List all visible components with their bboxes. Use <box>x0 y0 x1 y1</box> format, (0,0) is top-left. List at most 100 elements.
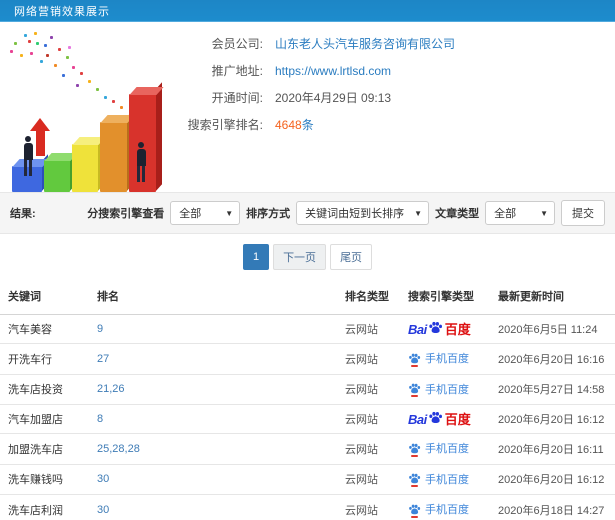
mobile-baidu-paw-icon <box>408 503 421 518</box>
businessman-figure-right <box>133 142 149 182</box>
info-value: 4648条 <box>275 116 314 133</box>
rank-type-cell: 云网站 <box>337 314 400 344</box>
company-info-section: 会员公司: 山东老人头汽车服务咨询有限公司 推广地址: https://www.… <box>0 22 615 192</box>
rank-link[interactable]: 25,28,28 <box>97 443 140 455</box>
baidu-logo: Bai 百度 <box>408 321 471 337</box>
rank-link[interactable]: 8 <box>97 413 103 425</box>
engine-cell: 手机百度 <box>400 464 490 495</box>
info-label: 会员公司: <box>211 37 263 51</box>
mobile-baidu-paw-icon <box>408 472 421 487</box>
engine-cell: Bai 百度 <box>400 404 490 434</box>
rank-type-cell: 云网站 <box>337 433 400 465</box>
table-row: 加盟洗车店 25,28,28 云网站 手机百度 2020年6月20日 16:11 <box>0 433 615 465</box>
article-type-select-label: 文章类型 <box>435 208 480 220</box>
illustration-bar <box>72 132 106 192</box>
baidu-logo: Bai 百度 <box>408 411 471 427</box>
updated-cell: 2020年6月20日 16:12 <box>490 464 615 495</box>
engine-select-label: 分搜索引擎查看 <box>87 208 165 220</box>
engine-select[interactable]: 全部 ▼ <box>170 201 241 225</box>
chevron-down-icon: ▼ <box>540 208 548 218</box>
mobile-baidu-logo: 手机百度 <box>408 381 469 397</box>
mobile-baidu-paw-icon <box>408 442 421 457</box>
ranking-count: 4648 <box>275 118 302 132</box>
engine-cell: Bai 百度 <box>400 314 490 344</box>
info-row: 会员公司: 山东老人头汽车服务咨询有限公司 <box>185 30 615 57</box>
keyword-cell: 开洗车行 <box>0 343 89 375</box>
info-value[interactable]: https://www.lrtlsd.com <box>275 64 391 78</box>
keyword-ranking-table: 关键词 排名 排名类型 搜索引擎类型 最新更新时间 汽车美容 9 云网站 Bai… <box>0 278 615 520</box>
keyword-cell: 洗车店投资 <box>0 374 89 405</box>
pagination-last-button[interactable]: 尾页 <box>330 244 373 270</box>
table-row: 洗车赚钱吗 30 云网站 手机百度 2020年6月20日 16:12 <box>0 464 615 495</box>
baidu-paw-icon <box>429 321 442 333</box>
rank-link[interactable]: 27 <box>97 353 109 365</box>
col-header-engine-type: 搜索引擎类型 <box>400 278 490 315</box>
keyword-cell: 洗车店利润 <box>0 494 89 520</box>
growth-arrow-icon <box>30 118 50 156</box>
engine-cell: 手机百度 <box>400 343 490 375</box>
table-row: 汽车加盟店 8 云网站 Bai 百度 2020年6月20日 16:12 <box>0 404 615 434</box>
table-row: 汽车美容 9 云网站 Bai 百度 2020年6月5日 11:24 <box>0 314 615 344</box>
result-label: 结果: <box>10 208 36 220</box>
updated-cell: 2020年6月5日 11:24 <box>490 314 615 344</box>
rank-link[interactable]: 21,26 <box>97 383 125 395</box>
businessman-figure-left <box>20 136 36 176</box>
col-header-updated: 最新更新时间 <box>490 278 615 315</box>
engine-cell: 手机百度 <box>400 494 490 520</box>
col-header-rank: 排名 <box>89 278 337 315</box>
mobile-baidu-paw-icon <box>408 382 421 397</box>
info-label: 推广地址: <box>211 64 263 78</box>
ranking-count-unit: 条 <box>301 118 314 132</box>
mobile-baidu-logo: 手机百度 <box>408 471 469 487</box>
pagination-next-button[interactable]: 下一页 <box>273 244 327 270</box>
mobile-baidu-logo: 手机百度 <box>408 350 469 367</box>
sort-select-label: 排序方式 <box>246 208 291 220</box>
info-row: 搜索引擎排名: 4648条 <box>185 111 615 138</box>
table-row: 洗车店利润 30 云网站 手机百度 2020年6月18日 14:27 <box>0 494 615 520</box>
pagination: 1 下一页 尾页 <box>0 234 615 278</box>
table-header-row: 关键词 排名 排名类型 搜索引擎类型 最新更新时间 <box>0 278 615 315</box>
updated-cell: 2020年6月20日 16:12 <box>490 404 615 434</box>
submit-button[interactable]: 提交 <box>561 200 605 226</box>
col-header-rank-type: 排名类型 <box>337 278 400 315</box>
table-row: 开洗车行 27 云网站 手机百度 2020年6月20日 16:16 <box>0 343 615 375</box>
rank-type-cell: 云网站 <box>337 343 400 375</box>
keyword-cell: 洗车赚钱吗 <box>0 464 89 495</box>
app-header: 网络营销效果展示 <box>0 0 615 22</box>
illustration-bar <box>44 148 78 192</box>
rank-type-cell: 云网站 <box>337 374 400 405</box>
engine-cell: 手机百度 <box>400 374 490 405</box>
page-title: 网络营销效果展示 <box>14 5 110 18</box>
company-info-list: 会员公司: 山东老人头汽车服务咨询有限公司 推广地址: https://www.… <box>185 22 615 192</box>
updated-cell: 2020年6月20日 16:11 <box>490 433 615 465</box>
col-header-keyword: 关键词 <box>0 278 89 315</box>
rank-type-cell: 云网站 <box>337 404 400 434</box>
pagination-page-1[interactable]: 1 <box>242 244 270 270</box>
updated-cell: 2020年6月20日 16:16 <box>490 343 615 375</box>
info-value: 2020年4月29日 09:13 <box>275 91 392 105</box>
sort-select[interactable]: 关键词由短到长排序 ▼ <box>296 201 430 225</box>
updated-cell: 2020年6月18日 14:27 <box>490 494 615 520</box>
info-label: 开通时间: <box>211 91 263 105</box>
keyword-cell: 汽车加盟店 <box>0 404 89 434</box>
info-value[interactable]: 山东老人头汽车服务咨询有限公司 <box>275 35 455 52</box>
rank-link[interactable]: 30 <box>97 504 109 516</box>
rank-link[interactable]: 30 <box>97 473 109 485</box>
info-row: 推广地址: https://www.lrtlsd.com <box>185 57 615 84</box>
rank-link[interactable]: 9 <box>97 323 103 335</box>
table-row: 洗车店投资 21,26 云网站 手机百度 2020年5月27日 14:58 <box>0 374 615 405</box>
bar-chart-illustration <box>0 22 185 192</box>
info-label: 搜索引擎排名: <box>187 118 263 132</box>
rank-type-cell: 云网站 <box>337 494 400 520</box>
keyword-cell: 汽车美容 <box>0 314 89 344</box>
keyword-cell: 加盟洗车店 <box>0 433 89 465</box>
chevron-down-icon: ▼ <box>414 208 423 218</box>
confetti-decoration <box>28 40 31 43</box>
updated-cell: 2020年5月27日 14:58 <box>490 374 615 405</box>
chevron-down-icon: ▼ <box>225 208 234 218</box>
rank-type-cell: 云网站 <box>337 464 400 495</box>
mobile-baidu-logo: 手机百度 <box>408 440 469 457</box>
illustration-bar <box>100 110 135 192</box>
filter-bar: 结果: 分搜索引擎查看 全部 ▼ 排序方式 关键词由短到长排序 ▼ 文章类型 全… <box>0 192 615 234</box>
article-type-select[interactable]: 全部 ▼ <box>485 201 555 225</box>
